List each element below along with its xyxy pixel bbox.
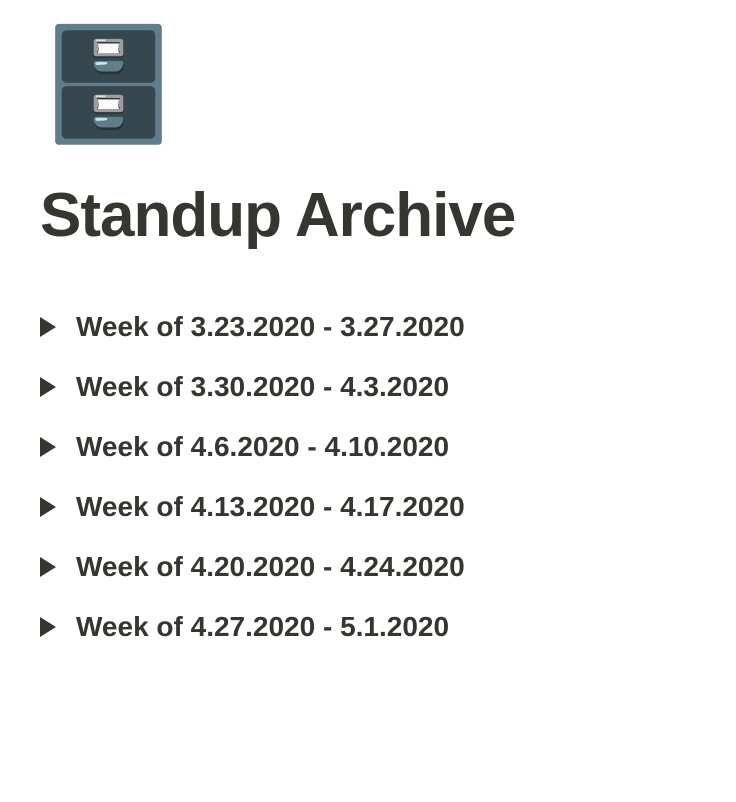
toggle-label: Week of 4.20.2020 - 4.24.2020 bbox=[76, 551, 465, 583]
file-cabinet-icon: 🗄️ bbox=[40, 30, 177, 140]
page-title: Standup Archive bbox=[40, 180, 696, 251]
toggle-week-3[interactable]: Week of 4.13.2020 - 4.17.2020 bbox=[40, 491, 696, 523]
toggle-week-1[interactable]: Week of 3.30.2020 - 4.3.2020 bbox=[40, 371, 696, 403]
toggle-label: Week of 3.30.2020 - 4.3.2020 bbox=[76, 371, 449, 403]
toggle-week-4[interactable]: Week of 4.20.2020 - 4.24.2020 bbox=[40, 551, 696, 583]
toggle-week-0[interactable]: Week of 3.23.2020 - 3.27.2020 bbox=[40, 311, 696, 343]
triangle-right-icon bbox=[40, 317, 56, 337]
toggle-label: Week of 4.6.2020 - 4.10.2020 bbox=[76, 431, 449, 463]
triangle-right-icon bbox=[40, 437, 56, 457]
triangle-right-icon bbox=[40, 497, 56, 517]
toggle-label: Week of 3.23.2020 - 3.27.2020 bbox=[76, 311, 465, 343]
triangle-right-icon bbox=[40, 617, 56, 637]
triangle-right-icon bbox=[40, 377, 56, 397]
toggle-label: Week of 4.13.2020 - 4.17.2020 bbox=[76, 491, 465, 523]
toggle-list: Week of 3.23.2020 - 3.27.2020 Week of 3.… bbox=[40, 311, 696, 643]
toggle-week-2[interactable]: Week of 4.6.2020 - 4.10.2020 bbox=[40, 431, 696, 463]
triangle-right-icon bbox=[40, 557, 56, 577]
toggle-label: Week of 4.27.2020 - 5.1.2020 bbox=[76, 611, 449, 643]
toggle-week-5[interactable]: Week of 4.27.2020 - 5.1.2020 bbox=[40, 611, 696, 643]
